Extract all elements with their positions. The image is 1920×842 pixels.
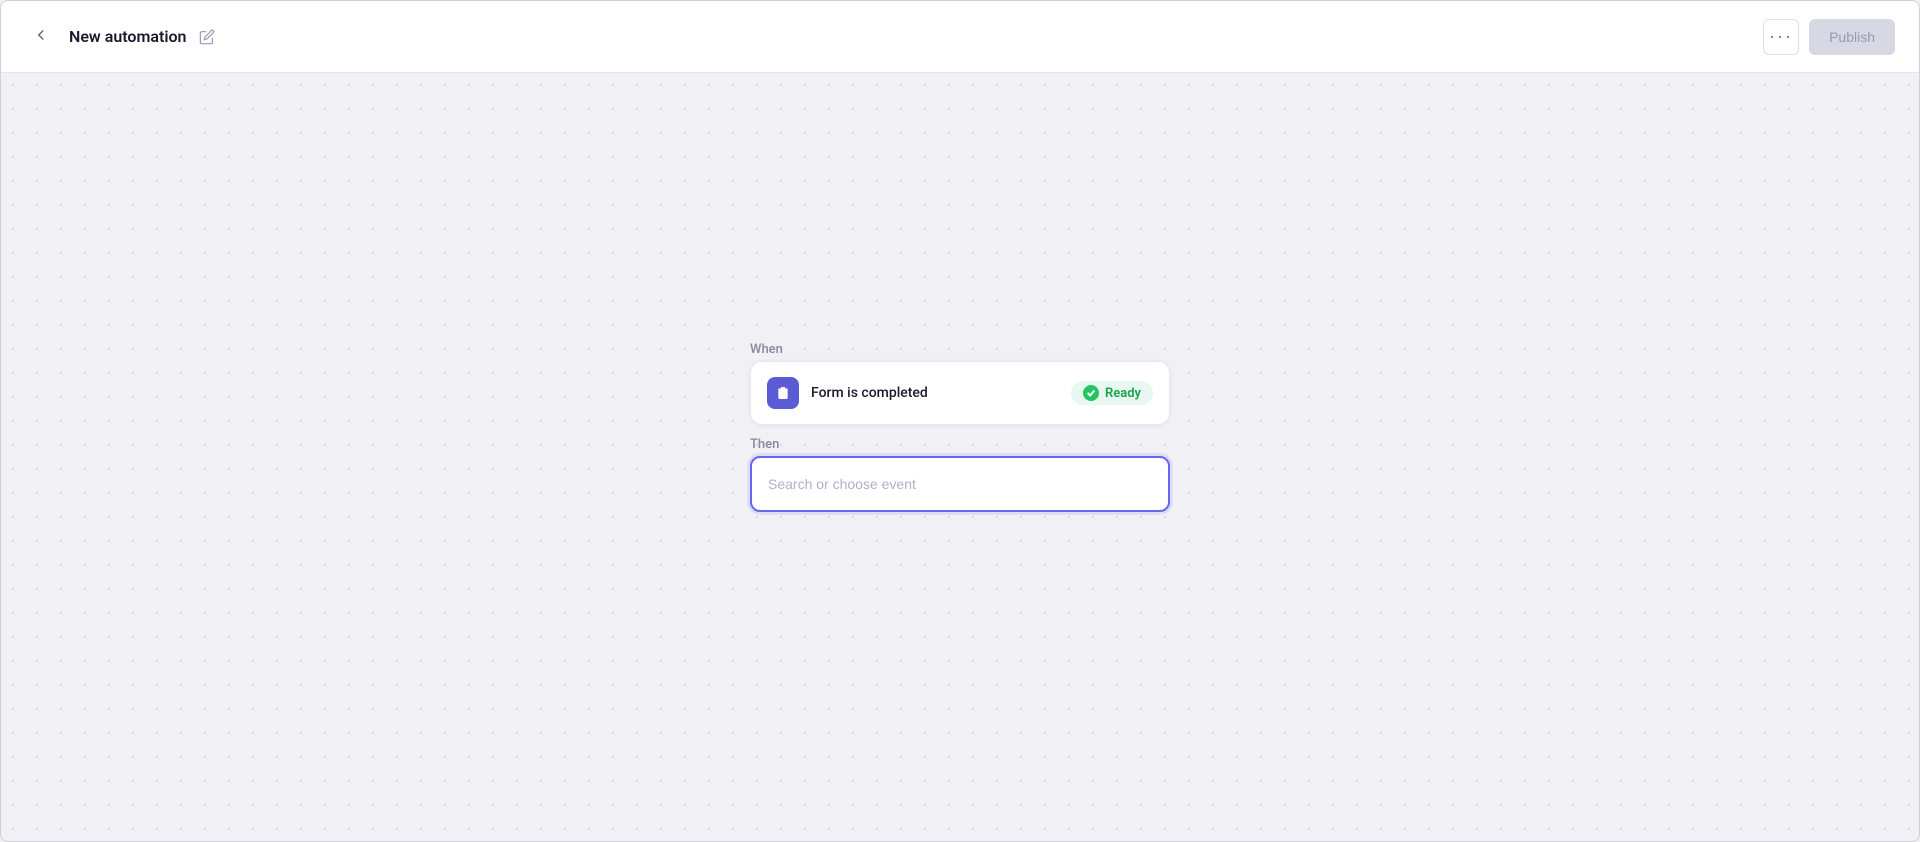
- header-left: New automation: [25, 21, 215, 53]
- trigger-card[interactable]: Form is completed Ready: [750, 361, 1170, 425]
- header: New automation ··· Publish: [1, 1, 1919, 73]
- back-button[interactable]: [25, 21, 57, 53]
- then-label: Then: [750, 437, 1170, 452]
- trigger-label: Form is completed: [811, 385, 928, 401]
- trigger-left: Form is completed: [767, 377, 928, 409]
- trigger-icon: [767, 377, 799, 409]
- main-canvas: When Form is completed: [1, 73, 1919, 841]
- back-icon: [32, 26, 50, 47]
- workflow-area: When Form is completed: [750, 342, 1170, 512]
- app-container: New automation ··· Publish When: [0, 0, 1920, 842]
- when-label: When: [750, 342, 1170, 357]
- edit-icon[interactable]: [199, 29, 215, 45]
- ready-check-icon: [1083, 385, 1099, 401]
- more-icon: ···: [1769, 26, 1793, 47]
- action-search-input[interactable]: [768, 476, 1152, 492]
- more-button[interactable]: ···: [1763, 19, 1799, 55]
- when-section: When Form is completed: [750, 342, 1170, 425]
- ready-badge: Ready: [1071, 381, 1153, 405]
- action-search-card[interactable]: [750, 456, 1170, 512]
- ready-text: Ready: [1105, 386, 1141, 401]
- publish-button[interactable]: Publish: [1809, 19, 1895, 55]
- page-title: New automation: [69, 27, 187, 46]
- then-section: Then: [750, 437, 1170, 512]
- header-right: ··· Publish: [1763, 19, 1895, 55]
